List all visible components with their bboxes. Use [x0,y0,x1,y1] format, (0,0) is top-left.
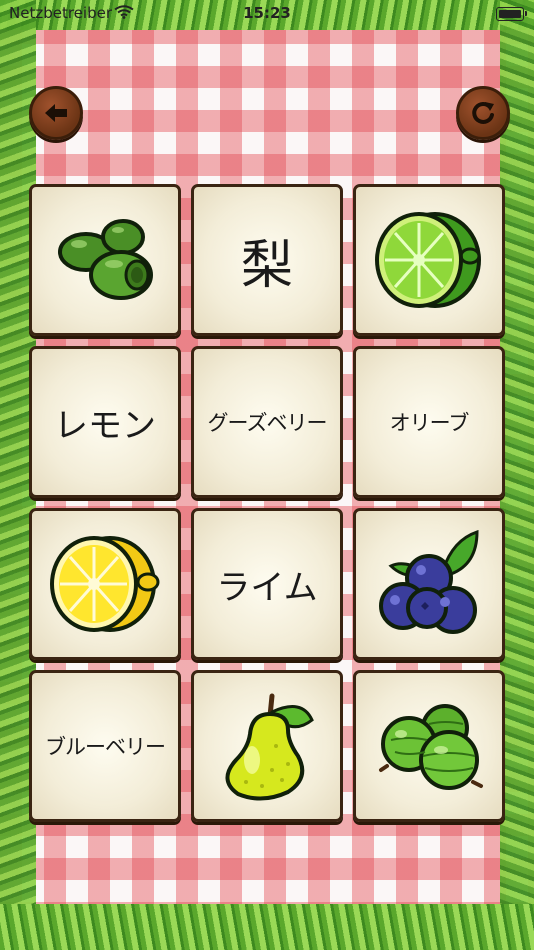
card-olive-word[interactable]: オリーブ [353,346,505,498]
card-lime-image[interactable] [353,184,505,336]
back-button[interactable] [29,86,83,140]
gooseberry-icon [379,704,483,790]
pear-icon [225,693,314,801]
card-lemon-image[interactable] [29,508,181,660]
card-olive-image[interactable] [29,184,181,336]
lime-icon [375,212,481,308]
card-word: 梨 [240,235,293,296]
card-word: ライム [216,567,318,608]
card-grid: 梨 レモン グーズベリー オリーブ ライム ブルーベリー [29,184,506,824]
card-blueberry-image[interactable] [353,508,505,660]
card-gooseberry-image[interactable] [353,670,505,822]
olive-icon [58,219,153,300]
reload-button[interactable] [456,86,510,140]
blueberry-icon [379,530,479,634]
card-blueberry-word[interactable]: ブルーベリー [29,670,181,822]
card-word: グーズベリー [207,411,328,435]
reload-icon [472,101,494,124]
card-lime-word[interactable]: ライム [191,508,343,660]
status-bar: Netzbetreiber 15:23 [0,0,534,28]
card-word: ブルーベリー [45,735,166,759]
card-word: レモン [54,405,156,446]
card-word: オリーブ [389,411,470,435]
lemon-icon [50,536,160,632]
grass-border-bottom [0,904,534,950]
status-time: 15:23 [243,4,291,22]
battery-icon [496,7,527,21]
card-lemon-word[interactable]: レモン [29,346,181,498]
arrow-left-icon [45,104,67,122]
card-pear-image[interactable] [191,670,343,822]
card-gooseberry-word[interactable]: グーズベリー [191,346,343,498]
card-pear-word[interactable]: 梨 [191,184,343,336]
